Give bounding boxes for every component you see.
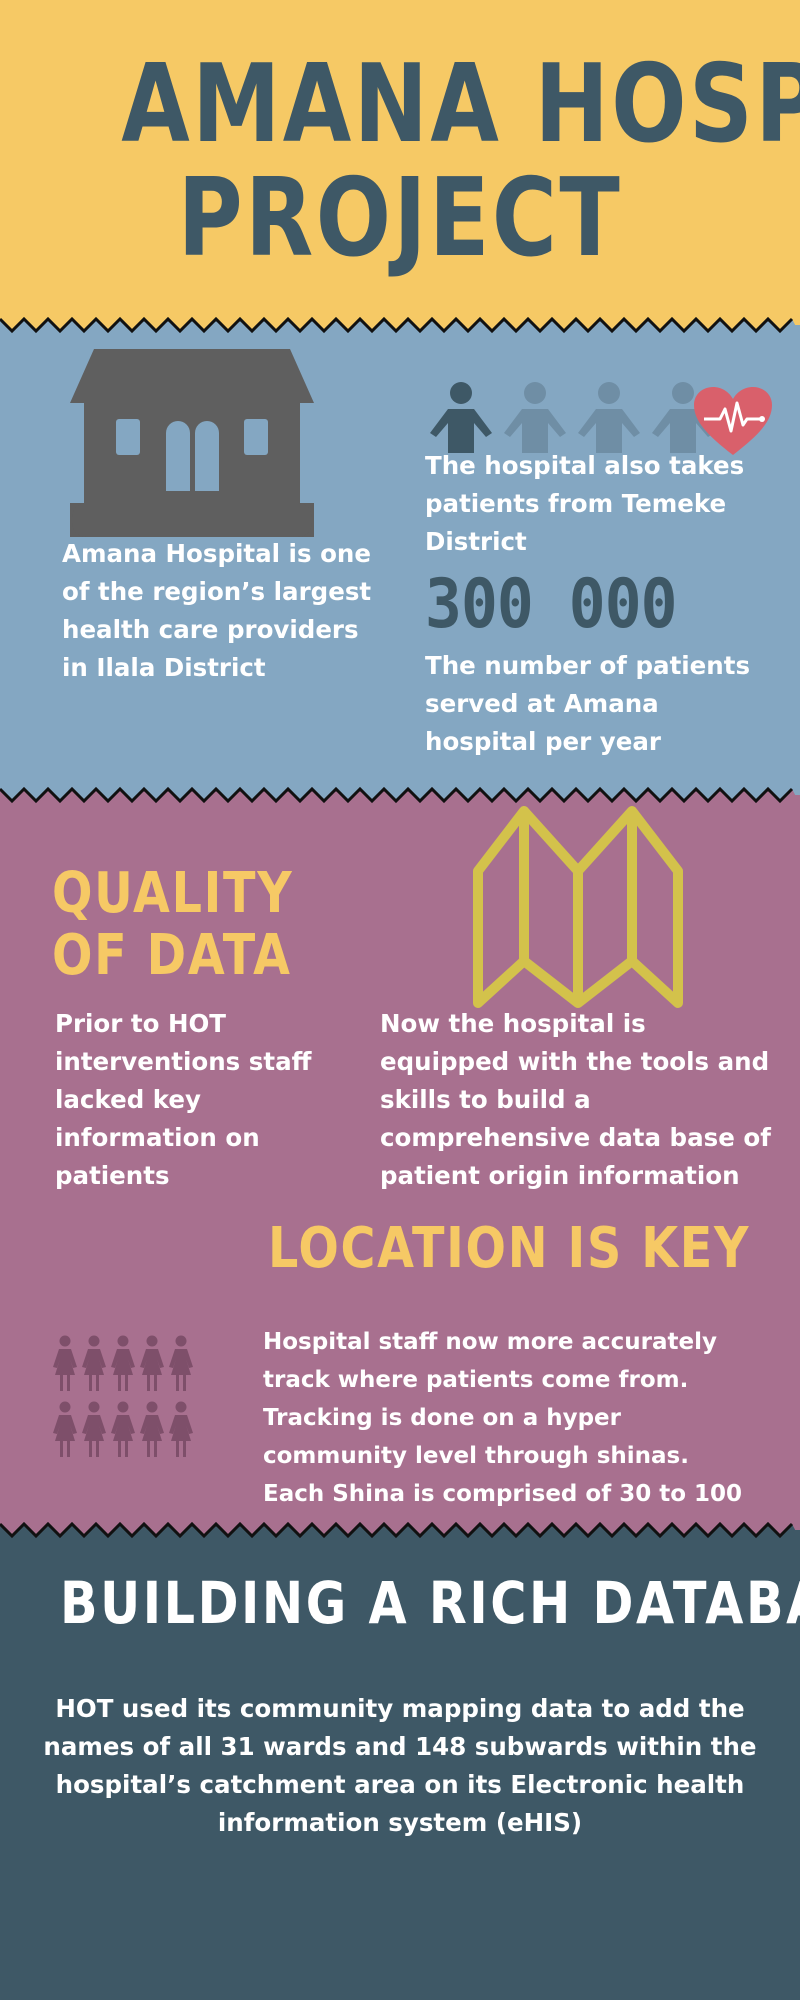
zigzag-divider [0, 1521, 800, 1539]
quality-heading-line-2: OF DATA [52, 923, 292, 988]
hospital-building-icon [70, 349, 314, 537]
woman-figure-icon [169, 1335, 193, 1391]
patients-per-year-number: 300 000 [425, 565, 678, 644]
woman-figure-icon [82, 1401, 106, 1457]
database-heading: BUILDING A RICH DATABASE [60, 1569, 800, 1637]
location-heading: LOCATION IS KEY [268, 1216, 751, 1281]
hero-section: AMANA HOSPITAL PROJECT [0, 0, 800, 325]
page-title-line-1: AMANA HOSPITAL [121, 42, 800, 167]
woman-figure-icon [53, 1335, 77, 1391]
person-icon [430, 382, 492, 453]
woman-figure-icon [82, 1335, 106, 1391]
women-figures-group [53, 1335, 193, 1457]
database-section: BUILDING A RICH DATABASE HOT used its co… [0, 1530, 800, 2000]
patients-per-year-caption: The number of patients served at Amana h… [425, 651, 751, 756]
hospital-description: Amana Hospital is one of the region’s la… [62, 539, 372, 682]
prior-text: Prior to HOT interventions staff lacked … [55, 1009, 312, 1190]
woman-figure-icon [169, 1401, 193, 1457]
location-text: Hospital staff now more accurately track… [263, 1329, 743, 1530]
woman-figure-icon [111, 1335, 135, 1391]
quality-section: QUALITY OF DATA Prior to HOT interventio… [0, 795, 800, 1530]
page-title: AMANA HOSPITAL PROJECT [72, 42, 800, 281]
zigzag-divider [0, 316, 800, 334]
zigzag-divider [0, 786, 800, 804]
database-text: HOT used its community mapping data to a… [43, 1694, 757, 1837]
quality-heading: QUALITY OF DATA [52, 863, 293, 987]
person-icon [578, 382, 640, 453]
woman-figure-icon [140, 1335, 164, 1391]
overview-section: The hospital also takes patients from Te… [0, 325, 800, 795]
quality-heading-line-1: QUALITY [52, 861, 294, 926]
now-text: Now the hospital is equipped with the to… [380, 1009, 771, 1190]
woman-figure-icon [111, 1401, 135, 1457]
temeke-text: The hospital also takes patients from Te… [425, 451, 745, 556]
person-icon [504, 382, 566, 453]
folded-map-icon [473, 806, 683, 1008]
page-title-line-2: PROJECT [177, 156, 623, 281]
woman-figure-icon [53, 1401, 77, 1457]
woman-figure-icon [140, 1401, 164, 1457]
